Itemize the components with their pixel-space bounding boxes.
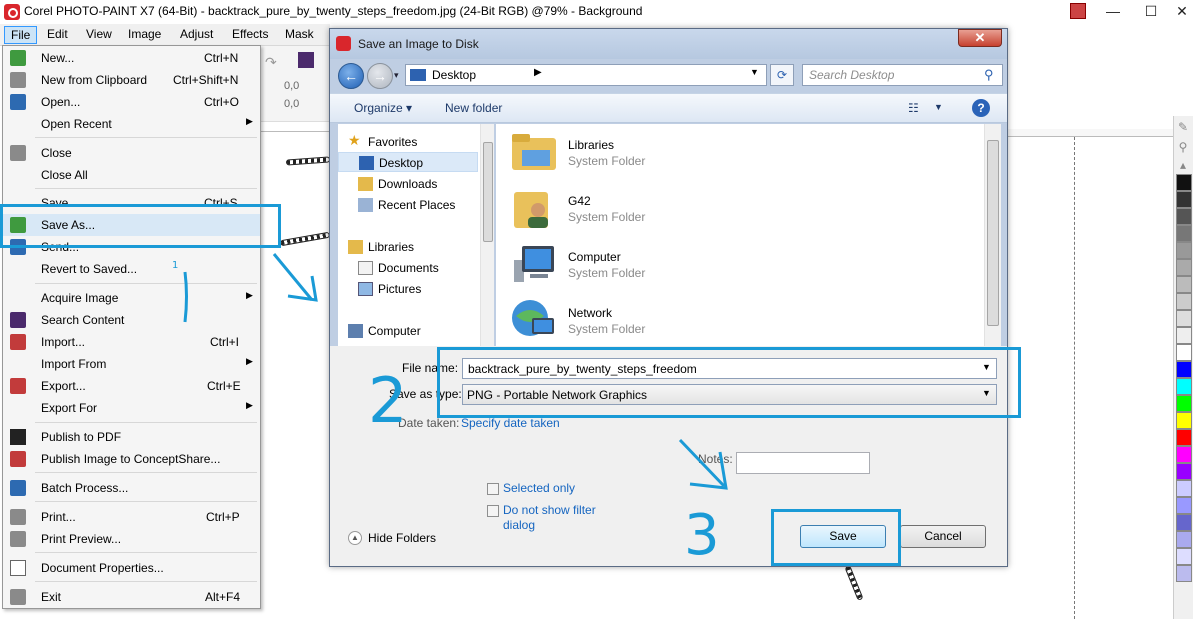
annotation-arrow-1 xyxy=(272,253,314,301)
annotation-step-1-stroke xyxy=(183,271,188,323)
annotation-step-1: 1 xyxy=(172,260,179,271)
annotation-step-2: 2 xyxy=(368,364,408,437)
annotation-arrow-2 xyxy=(678,438,726,488)
annotation-drawings xyxy=(183,253,728,490)
annotation-step-3: 3 xyxy=(684,503,720,568)
